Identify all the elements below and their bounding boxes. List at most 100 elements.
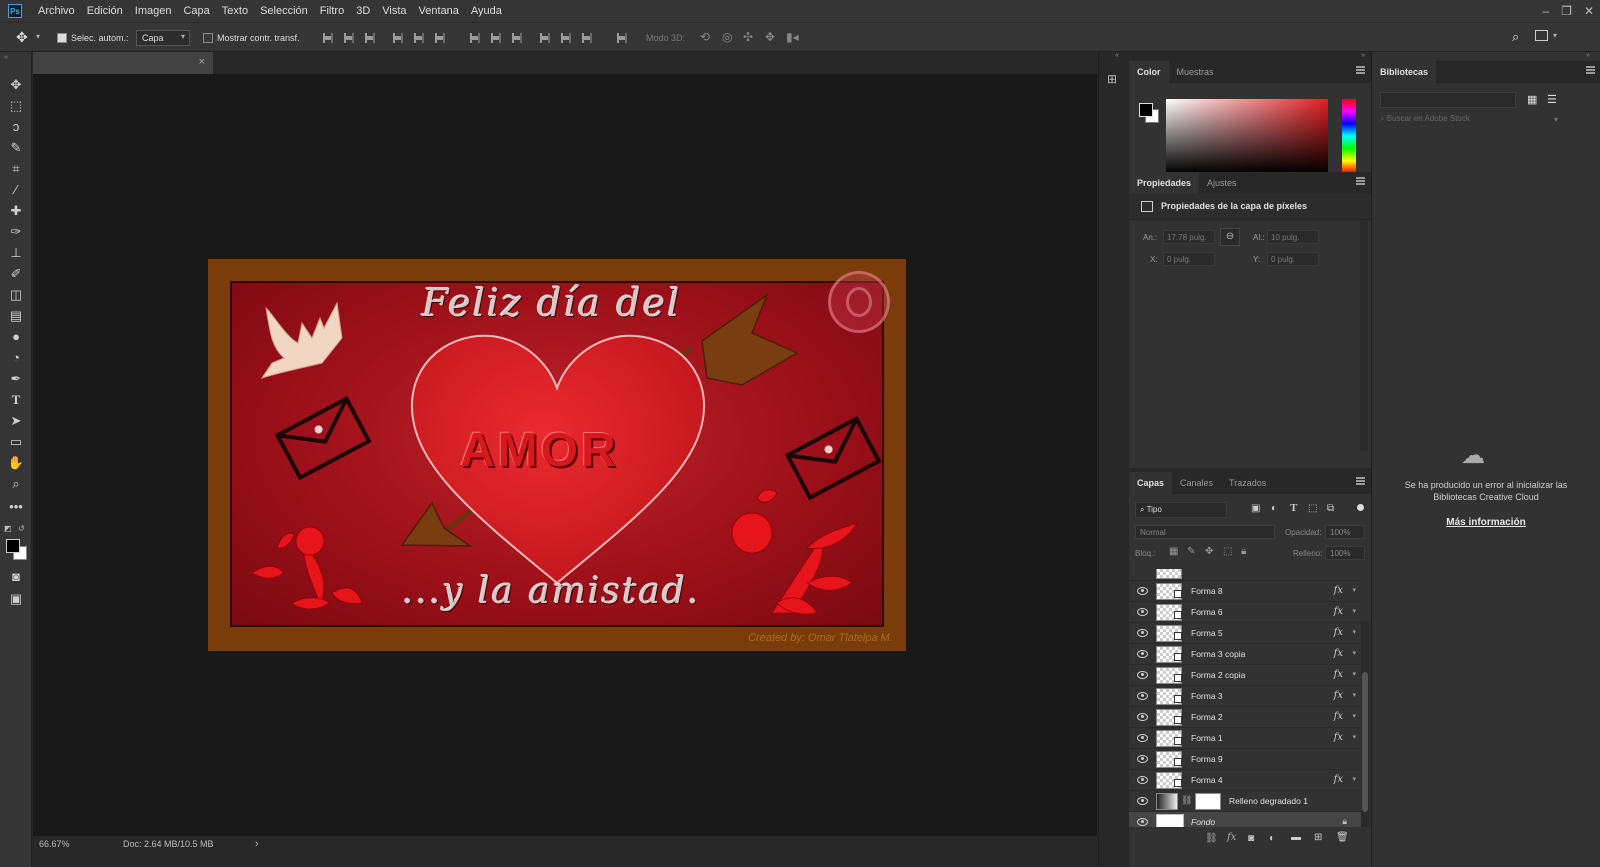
libraries-panel-menu-icon[interactable]: [1586, 66, 1595, 74]
hand-tool-icon[interactable]: ✋: [6, 454, 26, 472]
visibility-eye-icon[interactable]: [1137, 650, 1148, 658]
tab-libraries[interactable]: Bibliotecas: [1372, 61, 1437, 83]
fx-expand-icon[interactable]: ▾: [1352, 649, 1356, 657]
collapse-toolbar-icon[interactable]: »: [4, 54, 8, 61]
align-left-icon[interactable]: [393, 33, 403, 43]
show-transform-checkbox[interactable]: [203, 33, 213, 43]
width-field[interactable]: 17.78 pulg.: [1163, 230, 1215, 244]
fx-icon[interactable]: fx: [1334, 732, 1343, 743]
swap-colors-icon[interactable]: ↺: [18, 524, 25, 533]
visibility-eye-icon[interactable]: [1137, 776, 1148, 784]
layer-row[interactable]: Forma 3 fx ▾: [1129, 686, 1361, 707]
dodge-tool-icon[interactable]: ◔: [6, 349, 26, 367]
align-vcenter-icon[interactable]: [344, 33, 354, 43]
history-brush-tool-icon[interactable]: ✐: [6, 265, 26, 283]
collapse-dock-icon[interactable]: «: [1115, 52, 1119, 59]
auto-align-icon[interactable]: [617, 33, 627, 43]
more-info-link[interactable]: Más información: [1386, 517, 1586, 528]
align-hcenter-icon[interactable]: [414, 33, 424, 43]
library-selector-dropdown[interactable]: [1380, 92, 1516, 108]
x-field[interactable]: 0 pulg.: [1163, 252, 1215, 266]
screen-mode-icon[interactable]: ▣: [6, 590, 26, 608]
color-panel-menu-icon[interactable]: [1356, 66, 1365, 74]
visibility-eye-icon[interactable]: [1137, 734, 1148, 742]
distribute-hcenter-icon[interactable]: [561, 33, 571, 43]
tab-color[interactable]: Color: [1129, 61, 1169, 83]
menu-seleccion[interactable]: Selección: [254, 0, 314, 22]
hue-slider[interactable]: [1342, 99, 1356, 173]
canvas-workspace[interactable]: Feliz día del AMOR ...y la amistad. Crea…: [33, 74, 1097, 836]
lock-artboard-icon[interactable]: ⬚: [1223, 546, 1232, 557]
workspace-switcher-icon[interactable]: [1535, 30, 1548, 41]
filter-toggle-icon[interactable]: [1357, 504, 1364, 511]
scale-3d-icon[interactable]: ▮◂: [786, 30, 799, 44]
fx-expand-icon[interactable]: ▾: [1352, 733, 1356, 741]
align-right-icon[interactable]: [435, 33, 445, 43]
layer-row[interactable]: Forma 5 fx ▾: [1129, 623, 1361, 644]
properties-scrollbar[interactable]: [1360, 220, 1368, 450]
menu-imagen[interactable]: Imagen: [129, 0, 178, 22]
menu-texto[interactable]: Texto: [216, 0, 254, 22]
distribute-left-icon[interactable]: [540, 33, 550, 43]
pan-3d-icon[interactable]: ✣: [743, 30, 753, 44]
layer-row[interactable]: Forma 2 fx ▾: [1129, 707, 1361, 728]
fx-expand-icon[interactable]: ▾: [1352, 586, 1356, 594]
filter-smart-object-icon[interactable]: ⧉: [1327, 503, 1334, 514]
tab-layers[interactable]: Capas: [1129, 472, 1173, 494]
layer-row[interactable]: ⛓ Relleno degradado 1: [1129, 791, 1361, 812]
move-tool-preset-icon[interactable]: ✥: [16, 29, 28, 46]
align-bottom-icon[interactable]: [365, 33, 375, 43]
link-layers-icon[interactable]: ⛓: [1205, 833, 1218, 844]
layer-row[interactable]: Forma 2 copia fx ▾: [1129, 665, 1361, 686]
gradient-tool-icon[interactable]: ▤: [6, 307, 26, 325]
layers-scrollbar[interactable]: [1361, 622, 1369, 827]
layer-row[interactable]: Forma 6 fx ▾: [1129, 602, 1361, 623]
properties-panel-menu-icon[interactable]: [1356, 177, 1365, 185]
layer-row[interactable]: Forma 1 fx ▾: [1129, 728, 1361, 749]
filter-pixel-icon[interactable]: ▣: [1251, 503, 1260, 514]
new-group-icon[interactable]: ▬: [1291, 832, 1301, 843]
fx-icon[interactable]: fx: [1334, 627, 1343, 638]
layers-panel-menu-icon[interactable]: [1356, 477, 1365, 485]
menu-ayuda[interactable]: Ayuda: [465, 0, 508, 22]
fx-icon[interactable]: fx: [1334, 690, 1343, 701]
close-window-icon[interactable]: ✕: [1584, 4, 1594, 18]
collapse-panels-icon[interactable]: »: [1361, 52, 1365, 59]
search-options-chevron-icon[interactable]: ▾: [1554, 115, 1558, 124]
foreground-color-swatch[interactable]: [6, 539, 20, 553]
blend-mode-dropdown[interactable]: Normal: [1135, 525, 1275, 539]
list-view-icon[interactable]: ☰: [1547, 93, 1557, 106]
menu-edicion[interactable]: Edición: [81, 0, 129, 22]
distribute-bottom-icon[interactable]: [512, 33, 522, 43]
healing-brush-tool-icon[interactable]: ✚: [6, 202, 26, 220]
pen-tool-icon[interactable]: ✒: [6, 370, 26, 388]
document-tab[interactable]: ×: [33, 52, 213, 74]
brush-tool-icon[interactable]: ✑: [6, 223, 26, 241]
visibility-eye-icon[interactable]: [1137, 587, 1148, 595]
fx-expand-icon[interactable]: ▾: [1352, 712, 1356, 720]
tab-properties[interactable]: Propiedades: [1129, 172, 1200, 194]
y-field[interactable]: 0 pulg.: [1267, 252, 1319, 266]
foreground-color-chip[interactable]: [1139, 103, 1153, 117]
new-layer-icon[interactable]: ⊞: [1314, 832, 1322, 843]
artwork-canvas[interactable]: Feliz día del AMOR ...y la amistad. Crea…: [208, 259, 906, 651]
opacity-field[interactable]: 100%: [1325, 525, 1365, 539]
stamp-tool-icon[interactable]: ⊥: [6, 244, 26, 262]
rectangle-tool-icon[interactable]: ▭: [6, 433, 26, 451]
menu-vista[interactable]: Vista: [376, 0, 412, 22]
layer-mask-thumbnail[interactable]: [1195, 793, 1221, 810]
marquee-tool-icon[interactable]: ⬚: [6, 97, 26, 115]
filter-adjustment-icon[interactable]: ◐: [1271, 503, 1277, 514]
blur-tool-icon[interactable]: ●: [6, 328, 26, 346]
fx-icon[interactable]: fx: [1334, 585, 1343, 596]
slide-3d-icon[interactable]: ✥: [765, 30, 775, 44]
filter-shape-icon[interactable]: ⬚: [1308, 503, 1317, 514]
fx-icon[interactable]: fx: [1334, 648, 1343, 659]
quick-select-tool-icon[interactable]: ✎: [6, 139, 26, 157]
mask-link-icon[interactable]: ⛓: [1181, 795, 1192, 806]
visibility-eye-icon[interactable]: [1137, 797, 1148, 805]
visibility-eye-icon[interactable]: [1137, 755, 1148, 763]
close-document-icon[interactable]: ×: [199, 56, 205, 68]
fx-expand-icon[interactable]: ▾: [1352, 607, 1356, 615]
auto-select-checkbox[interactable]: [57, 33, 67, 43]
